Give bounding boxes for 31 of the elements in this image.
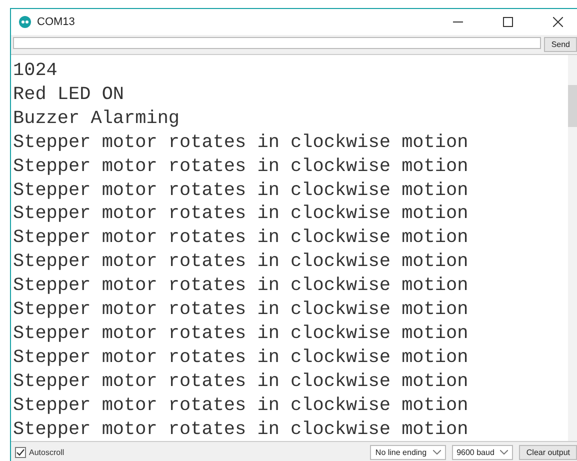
caret-icon	[500, 450, 508, 454]
output-line: Stepper motor rotates in clockwise motion	[13, 346, 470, 370]
output-line: Red LED ON	[13, 82, 126, 107]
output-line: Stepper motor rotates in clockwise motion	[13, 250, 470, 274]
output-line: Stepper motor rotates in clockwise motion	[13, 418, 470, 441]
scrollbar-thumb[interactable]	[568, 85, 577, 127]
close-icon[interactable]	[553, 17, 563, 27]
output-line: Stepper motor rotates in clockwise motion	[13, 370, 470, 394]
window-title: COM13	[37, 16, 75, 28]
autoscroll-checkbox[interactable]	[15, 446, 26, 458]
output-line: Stepper motor rotates in clockwise motion	[13, 226, 470, 250]
app-icon	[19, 16, 31, 28]
output-line: Stepper motor rotates in clockwise motion	[13, 154, 470, 179]
caret-icon	[432, 450, 441, 454]
output-line: Stepper motor rotates in clockwise motion	[13, 274, 470, 298]
input-field[interactable]	[13, 37, 542, 49]
maximize-icon[interactable]	[503, 17, 513, 27]
output-line: Buzzer Alarming	[13, 106, 181, 131]
scrollbar[interactable]	[568, 55, 577, 441]
send-button[interactable]: Send	[544, 37, 577, 52]
autoscroll-label: Autoscroll	[29, 448, 64, 456]
output-line: Stepper motor rotates in clockwise motion	[13, 322, 470, 346]
baud-dropdown[interactable]: 9600 baud	[452, 444, 514, 460]
output-line: Stepper motor rotates in clockwise motion	[13, 130, 470, 155]
clear-output-button[interactable]: Clear output	[519, 444, 577, 460]
output-line: Stepper motor rotates in clockwise motion	[13, 298, 470, 322]
output-line: 1024	[13, 59, 58, 83]
output-line: Stepper motor rotates in clockwise motion	[13, 202, 470, 226]
line-ending-dropdown[interactable]: No line ending	[370, 444, 446, 460]
output-line: Stepper motor rotates in clockwise motion	[13, 178, 470, 202]
output-line: Stepper motor rotates in clockwise motion	[13, 394, 470, 418]
